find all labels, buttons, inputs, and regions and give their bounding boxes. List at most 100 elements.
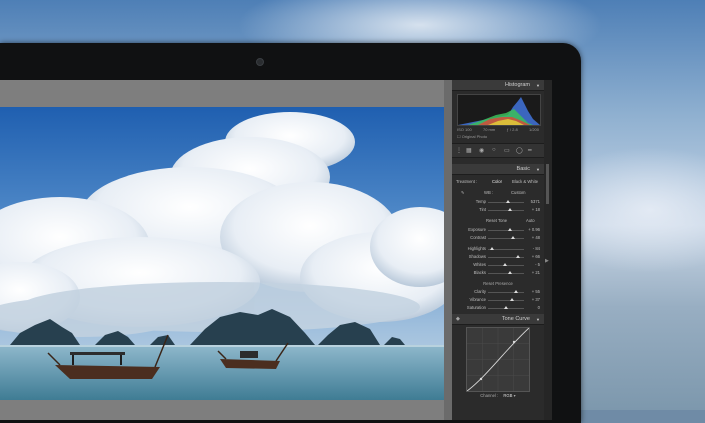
original-photo-label[interactable]: ☐ Original Photo bbox=[457, 134, 487, 139]
vibrance-label: Vibrance bbox=[469, 297, 486, 302]
auto-tone-button[interactable]: Auto bbox=[526, 218, 535, 223]
original-photo-text: Original Photo bbox=[461, 134, 488, 139]
histogram-graph[interactable] bbox=[457, 94, 541, 126]
iso-value: ISO 100 bbox=[457, 127, 472, 132]
treatment-label: Treatment : bbox=[456, 179, 478, 184]
wb-row: ✎ WB : Custom bbox=[456, 190, 540, 196]
clarity-label: Clarity bbox=[474, 289, 486, 294]
blacks-value[interactable]: + 21 bbox=[526, 270, 540, 275]
contrast-slider-row: Contrast + 48 bbox=[456, 235, 540, 241]
temp-slider-row: Temp 5371 bbox=[456, 199, 540, 205]
clarity-value[interactable]: + 55 bbox=[526, 289, 540, 294]
lightroom-screen: Histogram ▼ ISO 100 70 mm ƒ / 2.8 1/200 … bbox=[0, 80, 552, 420]
panel-scrollbar[interactable]: ▶ bbox=[544, 80, 552, 420]
channel-label: Channel : bbox=[480, 393, 499, 398]
saturation-slider-knob[interactable] bbox=[504, 306, 508, 309]
treatment-row: Treatment : Color Black & White bbox=[456, 179, 540, 185]
tone-curve-header[interactable]: ◈ Tone Curve ▼ bbox=[452, 314, 544, 325]
tint-value[interactable]: + 18 bbox=[526, 207, 540, 212]
tint-label: Tint bbox=[479, 207, 486, 212]
highlights-slider-knob[interactable] bbox=[489, 247, 494, 250]
whites-slider-knob[interactable] bbox=[503, 263, 508, 266]
temp-slider-knob[interactable] bbox=[505, 200, 510, 203]
shadows-slider-knob[interactable] bbox=[515, 255, 520, 258]
clarity-slider-track[interactable] bbox=[488, 291, 524, 293]
vibrance-value[interactable]: + 37 bbox=[526, 297, 540, 302]
dropdown-arrow-icon[interactable]: ▾ bbox=[514, 393, 516, 398]
crop-tool-icon[interactable]: ▦ bbox=[466, 147, 472, 154]
channel-value[interactable]: RGB bbox=[503, 393, 512, 398]
tint-slider-knob[interactable] bbox=[507, 208, 512, 211]
saturation-slider-row: Saturation 0 bbox=[456, 305, 540, 311]
tint-slider-track[interactable] bbox=[488, 209, 524, 211]
saturation-label: Saturation bbox=[466, 305, 486, 310]
exposure-slider-row: Exposure + 0.96 bbox=[456, 227, 540, 233]
highlights-value[interactable]: - 84 bbox=[526, 246, 540, 251]
shadows-value[interactable]: + 66 bbox=[526, 254, 540, 259]
basic-header[interactable]: Basic ▼ bbox=[452, 164, 544, 175]
channel-selector[interactable]: Channel : RGB ▾ bbox=[452, 393, 544, 398]
exposure-value[interactable]: + 0.96 bbox=[526, 227, 540, 232]
contrast-slider-knob[interactable] bbox=[511, 236, 516, 239]
whites-slider-row: Whites - 5 bbox=[456, 262, 540, 268]
blacks-label: Blacks bbox=[473, 270, 486, 275]
temp-label: Temp bbox=[475, 199, 486, 204]
whites-value[interactable]: - 5 bbox=[526, 262, 540, 267]
shutter-value: 1/200 bbox=[528, 127, 539, 132]
blacks-slider-track[interactable] bbox=[488, 272, 524, 274]
tone-header-row: Reset Tone Auto bbox=[456, 218, 540, 224]
exposure-label: Exposure bbox=[468, 227, 486, 232]
laptop-frame: Histogram ▼ ISO 100 70 mm ƒ / 2.8 1/200 … bbox=[0, 43, 581, 423]
histogram-header[interactable]: Histogram ▼ bbox=[452, 80, 544, 91]
contrast-label: Contrast bbox=[470, 235, 486, 240]
exposure-slider-track[interactable] bbox=[488, 229, 524, 231]
blacks-slider-row: Blacks + 21 bbox=[456, 270, 540, 276]
blacks-slider-knob[interactable] bbox=[507, 271, 512, 274]
saturation-value[interactable]: 0 bbox=[526, 305, 540, 310]
panel-edge-bar bbox=[444, 80, 452, 420]
scrollbar-thumb[interactable] bbox=[546, 164, 549, 204]
clarity-slider-row: Clarity + 55 bbox=[456, 289, 540, 295]
shadows-slider-row: Shadows + 66 bbox=[456, 254, 540, 260]
exposure-slider-knob[interactable] bbox=[508, 228, 513, 231]
graduated-filter-icon[interactable]: ▭ bbox=[504, 147, 510, 154]
reset-presence-button[interactable]: Reset Presence bbox=[452, 281, 544, 286]
tint-slider-row: Tint + 18 bbox=[456, 207, 540, 213]
collapse-triangle-icon: ▼ bbox=[536, 167, 540, 172]
target-adjust-icon[interactable]: ◈ bbox=[456, 316, 460, 322]
spot-removal-icon[interactable]: ◉ bbox=[479, 147, 484, 154]
checkbox-icon[interactable]: ☐ bbox=[457, 134, 461, 139]
whites-label: Whites bbox=[473, 262, 486, 267]
red-eye-icon[interactable]: ○ bbox=[492, 147, 496, 153]
collapse-triangle-icon: ▼ bbox=[536, 83, 540, 88]
basic-title: Basic bbox=[516, 166, 530, 172]
photo-preview[interactable] bbox=[0, 107, 444, 400]
shadows-label: Shadows bbox=[468, 254, 486, 259]
collapse-triangle-icon: ▼ bbox=[536, 317, 540, 322]
histogram-title: Histogram bbox=[504, 82, 530, 88]
vibrance-slider-row: Vibrance + 37 bbox=[456, 297, 540, 303]
webcam bbox=[256, 58, 264, 66]
contrast-value[interactable]: + 48 bbox=[526, 235, 540, 240]
radial-filter-icon[interactable]: ◯ bbox=[516, 147, 523, 154]
wb-dropdown[interactable]: Custom bbox=[511, 190, 525, 195]
vibrance-slider-track[interactable] bbox=[488, 299, 524, 301]
temp-value[interactable]: 5371 bbox=[526, 199, 540, 204]
contrast-slider-track[interactable] bbox=[488, 237, 524, 239]
treatment-bw-button[interactable]: Black & White bbox=[512, 179, 538, 184]
histogram-readout: ISO 100 70 mm ƒ / 2.8 1/200 bbox=[457, 127, 539, 132]
tool-strip: ⋮ ▦ ◉ ○ ▭ ◯ ━ bbox=[452, 143, 544, 158]
develop-panel: Histogram ▼ ISO 100 70 mm ƒ / 2.8 1/200 … bbox=[452, 80, 544, 420]
clarity-slider-knob[interactable] bbox=[513, 290, 518, 293]
wb-label: WB : bbox=[484, 190, 494, 195]
panel-expand-arrow-icon[interactable]: ▶ bbox=[545, 258, 549, 264]
treatment-color-button[interactable]: Color bbox=[492, 179, 502, 184]
adjustment-brush-icon[interactable]: ━ bbox=[528, 147, 532, 154]
reset-tone-button[interactable]: Reset Tone bbox=[486, 218, 507, 223]
vibrance-slider-knob[interactable] bbox=[510, 298, 515, 301]
eyedropper-icon[interactable]: ✎ bbox=[461, 190, 465, 195]
tone-curve-title: Tone Curve bbox=[501, 316, 530, 322]
grid-overlay-icon[interactable]: ⋮ bbox=[456, 147, 462, 154]
aperture-value: ƒ / 2.8 bbox=[506, 127, 518, 132]
tone-curve-graph[interactable] bbox=[466, 327, 530, 392]
